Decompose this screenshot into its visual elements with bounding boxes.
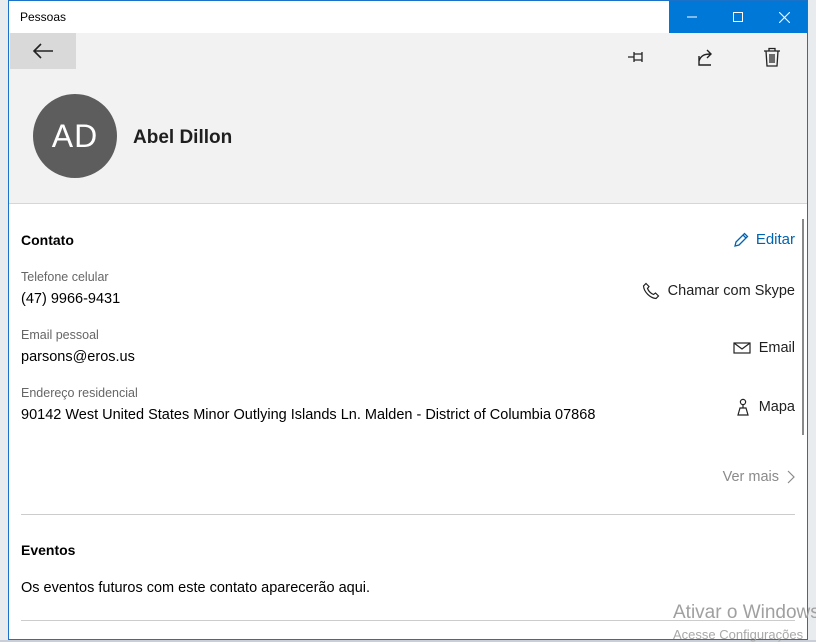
email-button[interactable]: Email — [733, 340, 795, 356]
phone-icon — [642, 282, 660, 300]
address-label: Endereço residencial — [21, 386, 138, 400]
delete-button[interactable] — [756, 41, 788, 73]
avatar: AD — [33, 94, 117, 178]
section-divider — [21, 514, 795, 515]
share-icon — [698, 49, 712, 66]
see-more-label: Ver mais — [722, 469, 779, 485]
background-window-right — [808, 0, 816, 640]
close-icon — [778, 11, 790, 23]
mail-icon — [733, 342, 751, 354]
activation-watermark: Ativar o Windows — [673, 602, 816, 623]
maximize-button[interactable] — [715, 1, 761, 33]
caption-buttons — [669, 1, 807, 33]
trash-icon — [764, 47, 780, 67]
email-action-label: Email — [758, 340, 795, 356]
contact-name: Abel Dillon — [133, 127, 233, 148]
map-button[interactable]: Mapa — [735, 398, 795, 416]
email-label: Email pessoal — [21, 328, 99, 342]
close-button[interactable] — [761, 1, 807, 33]
maximize-icon — [733, 12, 743, 22]
events-section-title: Eventos — [21, 542, 76, 558]
window-title: Pessoas — [20, 10, 67, 24]
contact-details: Contato Editar Telefone celular (47) 996… — [9, 204, 807, 639]
contact-section-title: Contato — [21, 232, 74, 248]
map-icon — [736, 398, 749, 416]
phone-value: (47) 9966-9431 — [21, 291, 121, 307]
pin-button[interactable] — [622, 41, 654, 73]
call-skype-button[interactable]: Chamar com Skype — [642, 282, 795, 300]
events-empty-text: Os eventos futuros com este contato apar… — [21, 580, 371, 596]
contact-header: AD Abel Dillon — [9, 33, 807, 204]
minimize-button[interactable] — [669, 1, 715, 33]
pencil-icon — [733, 232, 749, 247]
title-bar: Pessoas — [9, 1, 807, 33]
phone-label: Telefone celular — [21, 270, 109, 284]
people-app-window: Pessoas AD Abel Dillon Contato Editar Te… — [8, 0, 808, 640]
email-value: parsons@eros.us — [21, 349, 135, 365]
pin-icon — [628, 52, 643, 62]
share-button[interactable] — [689, 41, 721, 73]
map-label: Mapa — [758, 399, 795, 415]
chevron-right-icon — [787, 470, 795, 484]
address-value: 90142 West United States Minor Outlying … — [21, 407, 596, 423]
back-button[interactable] — [10, 33, 76, 69]
back-arrow-icon — [32, 43, 53, 59]
call-skype-label: Chamar com Skype — [667, 283, 795, 299]
minimize-icon — [687, 16, 697, 18]
see-more-button[interactable]: Ver mais — [723, 469, 795, 485]
scrollbar[interactable] — [802, 219, 804, 435]
edit-button[interactable]: Editar — [733, 231, 795, 248]
edit-label: Editar — [755, 231, 795, 248]
